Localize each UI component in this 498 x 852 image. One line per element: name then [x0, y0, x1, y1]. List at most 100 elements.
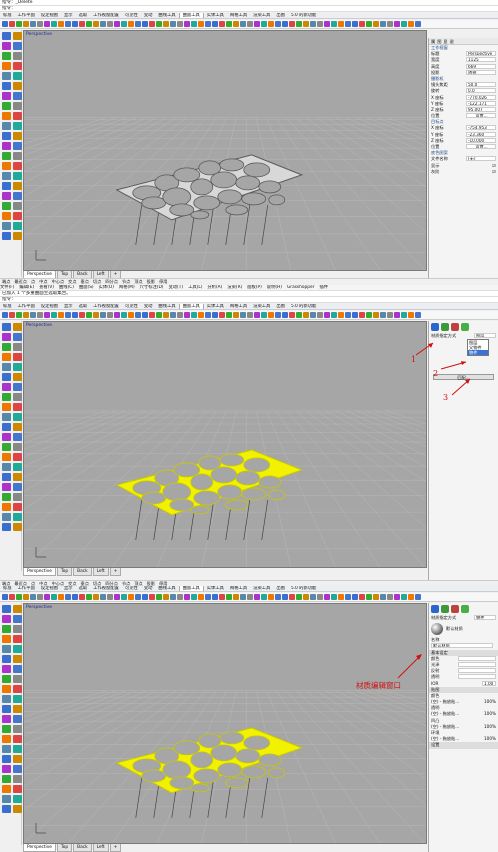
toolbar-tool-icon[interactable] — [261, 594, 267, 600]
osnap-checkbox[interactable]: 中心点 — [52, 279, 65, 284]
left-tool-icon[interactable] — [13, 343, 22, 351]
toolbar-tool-icon[interactable] — [345, 21, 351, 27]
left-tool-icon[interactable] — [13, 92, 22, 100]
left-tool-icon[interactable] — [2, 795, 11, 803]
toolbar-tool-icon[interactable] — [16, 594, 22, 600]
left-tool-icon[interactable] — [2, 232, 11, 240]
viewport-tab[interactable]: Left — [92, 844, 109, 852]
left-tool-icon[interactable] — [13, 172, 22, 180]
toolbar-tool-icon[interactable] — [247, 21, 253, 27]
left-tool-icon[interactable] — [2, 423, 11, 431]
menu-item[interactable]: 实体(O) — [99, 285, 114, 290]
toolbar-tool-icon[interactable] — [128, 594, 134, 600]
toolbar-tool-icon[interactable] — [275, 594, 281, 600]
toolbar-tool-icon[interactable] — [387, 21, 393, 27]
toolbar-tool-icon[interactable] — [44, 21, 50, 27]
toolbar-tool-icon[interactable] — [23, 312, 29, 318]
left-tool-icon[interactable] — [13, 725, 22, 733]
left-tool-icon[interactable] — [13, 685, 22, 693]
toolbar-tabs[interactable]: 标准 工作平面 设定视图 显示 选取 工作视窗配置 可见性 变动 曲线工具 曲面工具 实体工具 网格工… — [0, 586, 498, 592]
toolbar-tool-icon[interactable] — [289, 594, 295, 600]
toolbar-tool-icon[interactable] — [44, 594, 50, 600]
left-tool-icon[interactable] — [2, 473, 11, 481]
toolbar-tool-icon[interactable] — [282, 594, 288, 600]
properties-tab[interactable]: 图 — [437, 39, 441, 44]
left-tool-icon[interactable] — [2, 715, 11, 723]
toolbar-tool-icon[interactable] — [86, 21, 92, 27]
left-tool-icon[interactable] — [13, 72, 22, 80]
toolbar-tool-icon[interactable] — [233, 594, 239, 600]
toolbar-tool-icon[interactable] — [30, 21, 36, 27]
toolbar-tool-icon[interactable] — [51, 21, 57, 27]
left-tool-icon[interactable] — [2, 132, 11, 140]
light-icon[interactable] — [451, 323, 459, 331]
toolbar-tool-icon[interactable] — [282, 21, 288, 27]
menu-item[interactable]: 分析(A) — [207, 285, 222, 290]
left-tool-icon[interactable] — [13, 192, 22, 200]
toolbar-tool-icon[interactable] — [247, 594, 253, 600]
left-tool-icon[interactable] — [13, 625, 22, 633]
left-tool-icon[interactable] — [2, 343, 11, 351]
toolbar-tab[interactable]: 标准 — [0, 13, 15, 18]
toolbar-tool-icon[interactable] — [415, 594, 421, 600]
left-toolbar[interactable] — [0, 30, 22, 277]
menu-item[interactable]: 编辑(E) — [19, 285, 34, 290]
left-tool-icon[interactable] — [13, 443, 22, 451]
menu-item[interactable]: 查看(V) — [39, 285, 54, 290]
toolbar-tool-icon[interactable] — [170, 312, 176, 318]
viewport-tabs[interactable]: Perspective Top Back Left + — [23, 844, 122, 852]
toolbar-tool-icon[interactable] — [289, 21, 295, 27]
menu-item[interactable]: 曲线(C) — [59, 285, 74, 290]
position-set-button[interactable]: 设置... — [466, 113, 496, 119]
toolbar-tool-icon[interactable] — [23, 21, 29, 27]
toolbar-tool-icon[interactable] — [359, 594, 365, 600]
left-tool-icon[interactable] — [2, 202, 11, 210]
perspective-viewport[interactable]: Perspective — [23, 603, 427, 844]
properties-tab[interactable]: 属 — [431, 39, 435, 44]
left-tool-icon[interactable] — [2, 112, 11, 120]
osnap-checkbox[interactable]: 顶点 — [134, 279, 142, 284]
left-tool-icon[interactable] — [2, 413, 11, 421]
toolbar-tab[interactable]: 标准 — [0, 586, 15, 591]
toolbar-tool-icon[interactable] — [373, 312, 379, 318]
toolbar-tool-icon[interactable] — [177, 312, 183, 318]
osnap-checkbox[interactable]: 投影 — [147, 279, 155, 284]
left-tool-icon[interactable] — [2, 695, 11, 703]
toolbar-tab[interactable]: 渲染工具 — [250, 13, 273, 18]
reflect-slider[interactable] — [458, 668, 496, 674]
left-tool-icon[interactable] — [2, 212, 11, 220]
left-tool-icon[interactable] — [13, 665, 22, 673]
toolbar-tool-icon[interactable] — [387, 312, 393, 318]
left-tool-icon[interactable] — [2, 685, 11, 693]
left-toolbar[interactable] — [0, 603, 22, 845]
toolbar-tool-icon[interactable] — [310, 312, 316, 318]
left-tool-icon[interactable] — [13, 715, 22, 723]
left-tool-icon[interactable] — [13, 333, 22, 341]
toolbar-tool-icon[interactable] — [58, 594, 64, 600]
left-tool-icon[interactable] — [2, 805, 11, 813]
left-tool-icon[interactable] — [13, 755, 22, 763]
toolbar-tool-icon[interactable] — [135, 594, 141, 600]
toolbar-tool-icon[interactable] — [226, 312, 232, 318]
toolbar-tab[interactable]: 5.0 的新功能 — [288, 304, 319, 309]
toolbar-tool-icon[interactable] — [72, 594, 78, 600]
main-toolbar[interactable] — [0, 311, 498, 320]
toolbar-tool-icon[interactable] — [275, 312, 281, 318]
toolbar-tool-icon[interactable] — [303, 21, 309, 27]
left-tool-icon[interactable] — [2, 705, 11, 713]
toolbar-tool-icon[interactable] — [51, 594, 57, 600]
osnap-checkbox[interactable]: 四分点 — [105, 279, 118, 284]
left-tool-icon[interactable] — [13, 493, 22, 501]
toolbar-tool-icon[interactable] — [44, 312, 50, 318]
toolbar-tool-icon[interactable] — [205, 594, 211, 600]
toolbar-tool-icon[interactable] — [114, 21, 120, 27]
toolbar-tool-icon[interactable] — [345, 594, 351, 600]
left-tool-icon[interactable] — [2, 152, 11, 160]
toolbar-tab[interactable]: 曲面工具 — [178, 586, 204, 591]
toolbar-tool-icon[interactable] — [184, 312, 190, 318]
left-tool-icon[interactable] — [13, 112, 22, 120]
toolbar-tool-icon[interactable] — [247, 312, 253, 318]
object-icon[interactable] — [431, 323, 439, 331]
left-tool-icon[interactable] — [13, 142, 22, 150]
osnap-checkbox[interactable]: 最近点 — [14, 279, 27, 284]
